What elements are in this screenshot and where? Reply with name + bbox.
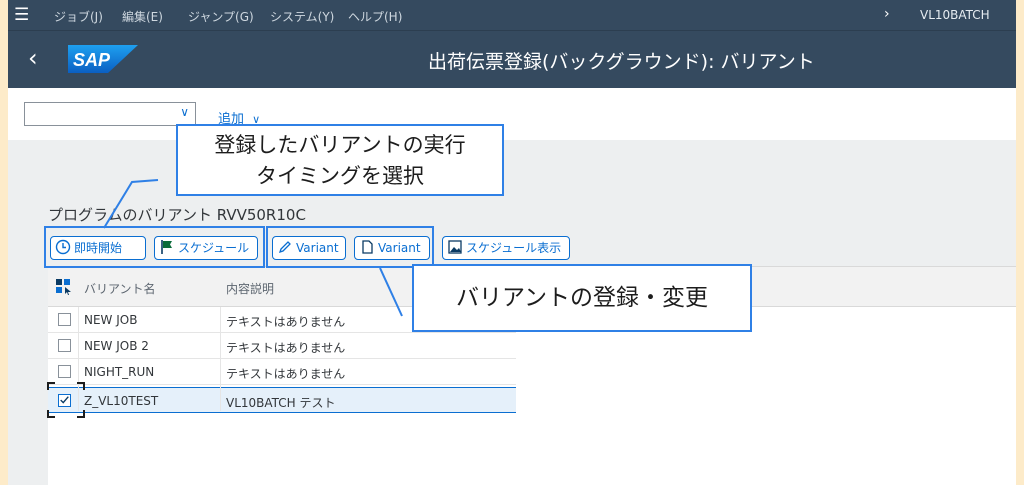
timing-callout-line2: タイミングを選択 — [256, 164, 424, 188]
variant-name-cell: Z_VL10TEST — [84, 394, 159, 408]
table-row[interactable]: NEW JOB 2 テキストはありません — [48, 333, 516, 359]
sap-logo: SAP — [68, 45, 138, 73]
row-checkbox[interactable] — [58, 339, 71, 352]
table-row[interactable]: NIGHT_RUN テキストはありません — [48, 359, 516, 385]
description-cell: テキストはありません — [226, 367, 346, 381]
svg-text:SAP: SAP — [73, 50, 111, 70]
image-calendar-icon — [448, 240, 462, 254]
page-title: 出荷伝票登録(バックグラウンド): バリアント — [428, 51, 815, 73]
focus-bracket — [47, 382, 85, 418]
table-row-selected[interactable]: Z_VL10TEST VL10BATCH テスト — [48, 387, 516, 413]
variant-edit-callout-text: バリアントの登録・変更 — [455, 285, 709, 311]
menu-bar: ☰ ジョブ(J) 編集(E) ジャンプ(G) システム(Y) ヘルプ(H) › … — [8, 0, 1016, 30]
program-variant-heading: プログラムのバリアント RVV50R10C — [48, 206, 306, 224]
row-checkbox[interactable] — [58, 365, 71, 378]
schedule-display-button[interactable]: スケジュール表示 — [442, 236, 570, 260]
system-id: VL10BATCH — [920, 8, 990, 22]
variant-buttons-highlight — [266, 226, 434, 268]
menu-item-goto[interactable]: ジャンプ(G) — [188, 8, 254, 25]
back-arrow-icon[interactable]: ‹ — [28, 44, 38, 72]
menu-item-help[interactable]: ヘルプ(H) — [348, 8, 402, 25]
menu-item-system[interactable]: システム(Y) — [270, 8, 334, 25]
chevron-right-icon[interactable]: › — [884, 6, 890, 22]
title-bar: ‹ SAP 出荷伝票登録(バックグラウンド): バリアント — [8, 30, 1016, 88]
variant-combo-box[interactable]: ∨ — [24, 102, 196, 126]
variant-edit-callout: バリアントの登録・変更 — [412, 264, 752, 332]
description-cell: VL10BATCH テスト — [226, 396, 336, 410]
column-header-description[interactable]: 内容説明 — [226, 280, 274, 297]
column-divider — [220, 307, 221, 411]
description-cell: テキストはありません — [226, 315, 346, 329]
hamburger-menu-icon[interactable]: ☰ — [14, 5, 36, 25]
sap-window: ☰ ジョブ(J) 編集(E) ジャンプ(G) システム(Y) ヘルプ(H) › … — [8, 0, 1016, 485]
timing-callout: 登録したバリアントの実行 タイミングを選択 — [176, 124, 504, 196]
timing-buttons-highlight — [44, 226, 265, 268]
toolbar: ∨ 追加 ∨ — [8, 88, 1016, 140]
select-all-icon[interactable] — [56, 279, 74, 295]
description-cell: テキストはありません — [226, 341, 346, 355]
variant-name-cell: NEW JOB 2 — [84, 339, 149, 353]
column-header-variant-name[interactable]: バリアント名 — [84, 280, 156, 297]
variant-name-cell: NEW JOB — [84, 313, 138, 327]
menu-item-edit[interactable]: 編集(E) — [122, 8, 163, 25]
menu-item-job[interactable]: ジョブ(J) — [54, 8, 103, 25]
timing-callout-line1: 登録したバリアントの実行 — [214, 133, 466, 157]
chevron-down-icon[interactable]: ∨ — [180, 105, 189, 119]
schedule-display-label: スケジュール表示 — [466, 241, 562, 255]
variant-name-cell: NIGHT_RUN — [84, 365, 155, 379]
row-checkbox[interactable] — [58, 313, 71, 326]
